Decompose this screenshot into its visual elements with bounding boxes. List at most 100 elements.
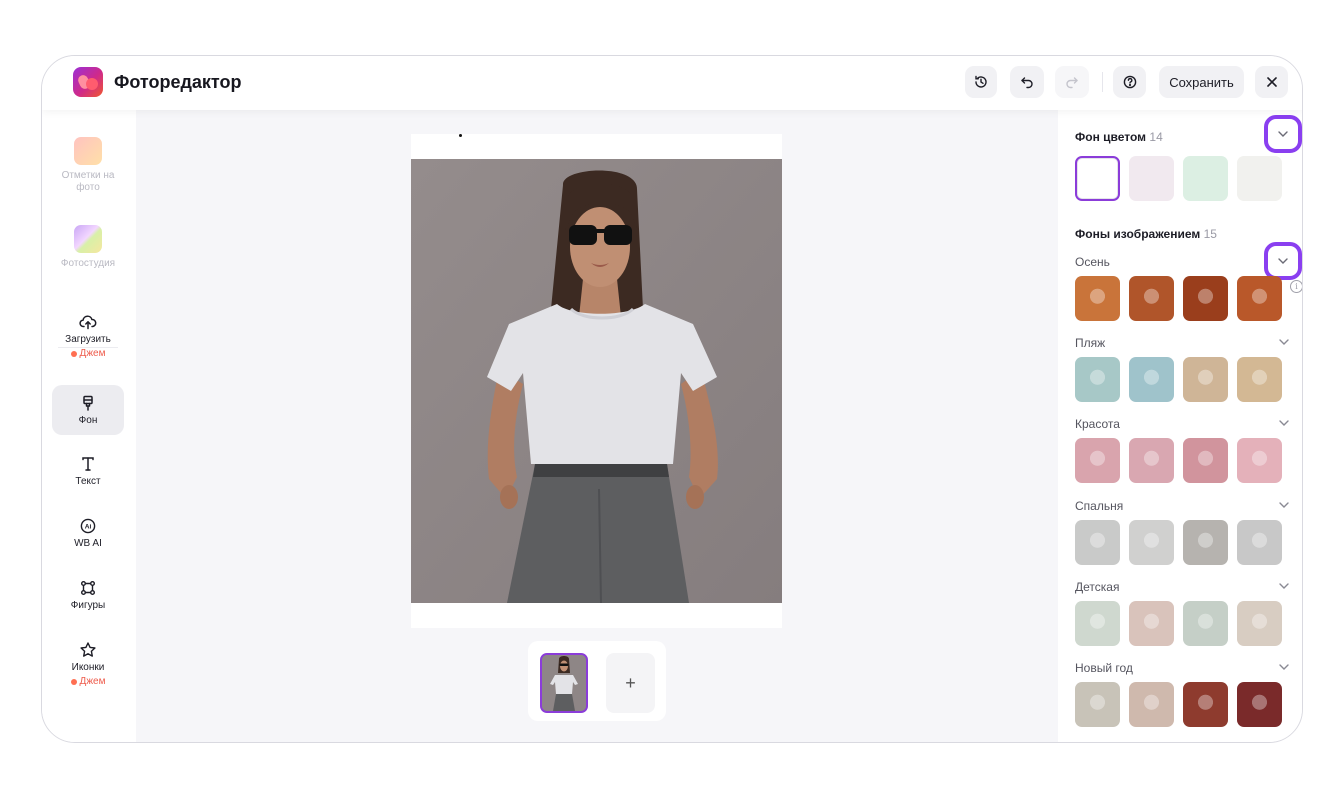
help-button[interactable] bbox=[1113, 66, 1146, 98]
chevron-down-icon bbox=[1279, 339, 1289, 345]
info-icon[interactable]: i bbox=[1290, 280, 1302, 293]
background-tile[interactable] bbox=[1075, 601, 1120, 646]
tool-background[interactable]: Фон bbox=[52, 385, 124, 435]
tool-photo-studio[interactable]: Фотостудия bbox=[52, 225, 124, 270]
tool-label: Фигуры bbox=[70, 600, 106, 611]
image-bg-title: Фоны изображением 15 bbox=[1075, 227, 1217, 241]
canvas-dot bbox=[459, 134, 462, 137]
app-title: Фоторедактор bbox=[114, 72, 242, 92]
image-bg-title-text: Фоны изображением bbox=[1075, 227, 1201, 241]
background-tile[interactable] bbox=[1075, 276, 1120, 321]
tool-label: Фон bbox=[78, 414, 98, 426]
background-tile[interactable] bbox=[1237, 276, 1282, 321]
tool-label: Текст bbox=[75, 476, 101, 487]
model-illustration bbox=[411, 159, 782, 603]
add-slide-button[interactable]: + bbox=[606, 653, 655, 713]
promo-badge: Джем bbox=[71, 676, 106, 687]
chevron-down-icon bbox=[1279, 420, 1289, 426]
chevron-down-icon bbox=[1279, 664, 1289, 670]
category-label-beauty: Красота bbox=[1075, 417, 1120, 431]
background-tile[interactable] bbox=[1183, 520, 1228, 565]
background-panel: Фон цветом 14 Фоны изображением 15 i Осе… bbox=[1058, 110, 1302, 742]
background-tile[interactable] bbox=[1129, 438, 1174, 483]
color-swatch-pink[interactable] bbox=[1129, 156, 1174, 201]
redo-button[interactable] bbox=[1055, 66, 1089, 98]
history-button[interactable] bbox=[965, 66, 997, 98]
ai-icon: Ai bbox=[80, 518, 96, 534]
tool-shapes[interactable]: Фигуры bbox=[52, 579, 124, 612]
background-tile[interactable] bbox=[1129, 601, 1174, 646]
background-tile[interactable] bbox=[1183, 601, 1228, 646]
close-button[interactable] bbox=[1255, 66, 1288, 98]
shapes-icon bbox=[81, 581, 95, 595]
promo-badge: Джем bbox=[71, 348, 106, 359]
background-tile[interactable] bbox=[1237, 682, 1282, 727]
background-tile[interactable] bbox=[1183, 438, 1228, 483]
tool-icons[interactable]: Иконки Джем bbox=[52, 641, 124, 687]
tools-sidebar: Отметки на фото Фотостудия Загрузить Дже… bbox=[42, 110, 136, 742]
chevron-down-icon bbox=[1279, 502, 1289, 508]
background-icon bbox=[83, 395, 93, 411]
help-icon bbox=[1123, 75, 1136, 89]
color-bg-title-text: Фон цветом bbox=[1075, 130, 1147, 144]
category-tiles-new-year bbox=[1075, 682, 1282, 727]
background-tile[interactable] bbox=[1129, 357, 1174, 402]
tool-photo-tags[interactable]: Отметки на фото bbox=[52, 137, 124, 194]
category-label-kids: Детская bbox=[1075, 580, 1120, 594]
category-label-bedroom: Спальня bbox=[1075, 499, 1124, 513]
background-tile[interactable] bbox=[1183, 682, 1228, 727]
chevron-down-icon bbox=[1278, 131, 1288, 137]
color-swatch-ivory[interactable] bbox=[1237, 156, 1282, 201]
category-expand-button-kids[interactable] bbox=[1277, 579, 1291, 593]
color-swatch-white[interactable] bbox=[1075, 156, 1120, 201]
background-tile[interactable] bbox=[1129, 520, 1174, 565]
tool-label: Иконки bbox=[71, 662, 105, 673]
category-expand-button-bedroom[interactable] bbox=[1277, 498, 1291, 512]
slide-thumbnail[interactable] bbox=[540, 653, 588, 713]
product-photo[interactable] bbox=[411, 159, 782, 603]
undo-button[interactable] bbox=[1010, 66, 1044, 98]
background-tile[interactable] bbox=[1129, 682, 1174, 727]
background-tile[interactable] bbox=[1075, 438, 1120, 483]
header-divider bbox=[1102, 72, 1103, 92]
category-label-new-year: Новый год bbox=[1075, 661, 1133, 675]
background-tile[interactable] bbox=[1183, 357, 1228, 402]
category-label-autumn: Осень bbox=[1075, 255, 1110, 269]
background-tile[interactable] bbox=[1183, 276, 1228, 321]
category-tiles-autumn bbox=[1075, 276, 1282, 321]
category-expand-button-autumn[interactable] bbox=[1264, 242, 1302, 280]
background-tile[interactable] bbox=[1237, 601, 1282, 646]
tool-upload[interactable]: Загрузить Джем bbox=[52, 313, 124, 359]
text-icon bbox=[82, 457, 94, 471]
photo-tags-icon bbox=[74, 137, 102, 165]
background-tile[interactable] bbox=[1075, 520, 1120, 565]
slides-strip: + bbox=[528, 641, 666, 721]
category-tiles-beauty bbox=[1075, 438, 1282, 483]
photo-editor-window: Фоторедактор Сохранить Отметки на фото Ф… bbox=[41, 55, 1303, 743]
category-tiles-beach bbox=[1075, 357, 1282, 402]
color-bg-count: 14 bbox=[1149, 130, 1163, 144]
chevron-down-icon bbox=[1279, 583, 1289, 589]
background-tile[interactable] bbox=[1129, 276, 1174, 321]
background-tile[interactable] bbox=[1237, 357, 1282, 402]
save-button[interactable]: Сохранить bbox=[1159, 66, 1244, 98]
tool-text[interactable]: Текст bbox=[52, 455, 124, 488]
canvas-area: + bbox=[136, 110, 1058, 742]
image-bg-count: 15 bbox=[1203, 227, 1217, 241]
background-tile[interactable] bbox=[1075, 682, 1120, 727]
category-tiles-kids bbox=[1075, 601, 1282, 646]
app-logo bbox=[73, 67, 103, 97]
category-label-beach: Пляж bbox=[1075, 336, 1106, 350]
background-tile[interactable] bbox=[1237, 520, 1282, 565]
color-swatch-mint[interactable] bbox=[1183, 156, 1228, 201]
tool-wb-ai[interactable]: Ai WB AI bbox=[52, 517, 124, 550]
slide-canvas[interactable] bbox=[411, 134, 782, 628]
undo-icon bbox=[1021, 77, 1033, 89]
background-tile[interactable] bbox=[1237, 438, 1282, 483]
color-bg-title: Фон цветом 14 bbox=[1075, 130, 1163, 144]
category-expand-button-beach[interactable] bbox=[1277, 335, 1291, 349]
category-expand-button-new-year[interactable] bbox=[1277, 660, 1291, 674]
background-tile[interactable] bbox=[1075, 357, 1120, 402]
color-bg-expand-button[interactable] bbox=[1264, 115, 1302, 153]
category-expand-button-beauty[interactable] bbox=[1277, 416, 1291, 430]
